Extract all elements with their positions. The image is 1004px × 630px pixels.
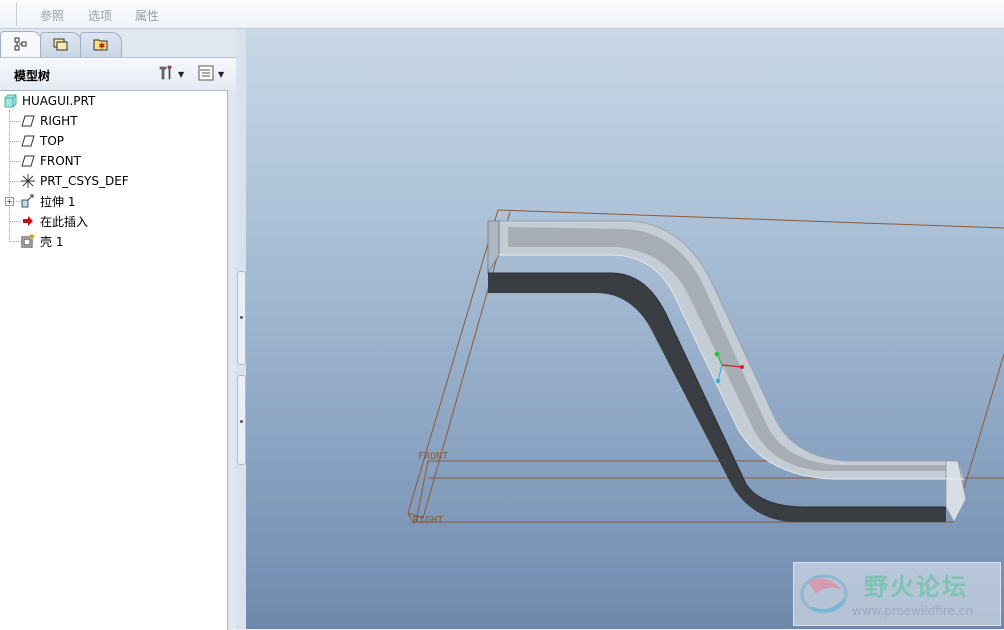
- tree-show-button[interactable]: ▼: [197, 64, 224, 84]
- model-canvas[interactable]: FRONT RIGHT: [246, 29, 1004, 629]
- graphics-viewport[interactable]: FRONT RIGHT: [246, 29, 1004, 629]
- tree-item-label: 拉伸 1: [40, 194, 76, 209]
- model-tree-icon: [13, 36, 29, 55]
- datum-label-front: FRONT: [418, 451, 448, 462]
- tree-item-front[interactable]: FRONT: [20, 151, 81, 171]
- tree-item-root[interactable]: HUAGUI.PRT: [2, 91, 95, 111]
- tree-item-shell[interactable]: ✱ 壳 1: [20, 231, 63, 251]
- tab-model-tree[interactable]: [0, 31, 42, 58]
- watermark-url: www.proewildfire.cn: [852, 604, 973, 618]
- menubar-separator: [16, 2, 17, 26]
- tab-folder-browser[interactable]: [40, 32, 82, 57]
- tree-item-label: RIGHT: [40, 114, 78, 128]
- datum-plane-icon: [20, 113, 36, 129]
- folder-browser-icon: [52, 36, 70, 55]
- navigator-panel: ✱ 模型树 ▼ ▼ HUAGUI.PRT RIGHT TOP FRONT PRT…: [0, 29, 236, 630]
- tree-item-label: PRT_CSYS_DEF: [40, 174, 129, 188]
- datum-label-right: RIGHT: [413, 515, 443, 526]
- part-icon: [2, 93, 18, 109]
- tab-favorites[interactable]: ✱: [80, 32, 122, 57]
- tree-item-extrude[interactable]: 拉伸 1: [20, 191, 75, 211]
- menu-options[interactable]: 选项: [88, 7, 112, 24]
- tree-settings-button[interactable]: ▼: [157, 64, 184, 84]
- tree-item-label: 壳 1: [40, 234, 64, 249]
- tree-item-top[interactable]: TOP: [20, 131, 64, 151]
- menu-references[interactable]: 参照: [40, 7, 64, 24]
- svg-text:✱: ✱: [99, 41, 106, 50]
- tree-item-label: FRONT: [40, 154, 81, 168]
- panel-splitter[interactable]: [236, 29, 246, 629]
- tools-icon: [157, 64, 175, 85]
- model-tree-header: 模型树 ▼ ▼: [0, 57, 236, 90]
- dashboard-menubar: 参照 选项 属性: [0, 0, 1004, 29]
- navigator-tabs: ✱: [0, 29, 236, 58]
- rail-model: [487, 220, 967, 523]
- tree-item-label: 在此插入: [40, 214, 89, 229]
- svg-text:✱: ✱: [29, 233, 35, 241]
- splitter-grip-top[interactable]: [237, 271, 246, 365]
- shell-icon: ✱: [20, 233, 36, 249]
- datum-plane-icon: [20, 133, 36, 149]
- tree-item-label: TOP: [40, 134, 65, 148]
- splitter-grip-bottom[interactable]: [237, 375, 246, 465]
- watermark-logo-icon: [800, 574, 848, 614]
- show-list-icon: [197, 64, 215, 85]
- menu-properties[interactable]: 属性: [135, 7, 159, 24]
- model-tree: HUAGUI.PRT RIGHT TOP FRONT PRT_CSYS_DEF …: [0, 90, 228, 630]
- tree-item-csys[interactable]: PRT_CSYS_DEF: [20, 171, 129, 191]
- insert-arrow-icon: [20, 213, 36, 229]
- tree-item-label: HUAGUI.PRT: [22, 94, 96, 108]
- chevron-down-icon: ▼: [178, 69, 185, 79]
- expand-toggle[interactable]: +: [5, 197, 14, 206]
- model-tree-title: 模型树: [14, 69, 51, 83]
- tree-item-insert-here[interactable]: 在此插入: [20, 211, 88, 231]
- datum-plane-icon: [20, 153, 36, 169]
- chevron-down-icon: ▼: [218, 69, 225, 79]
- favorites-icon: ✱: [92, 36, 110, 55]
- watermark: 野火论坛 www.proewildfire.cn: [793, 562, 1001, 626]
- tree-item-right[interactable]: RIGHT: [20, 111, 78, 131]
- watermark-title: 野火论坛: [864, 573, 968, 601]
- csys-icon: [20, 173, 36, 189]
- extrude-icon: [20, 193, 36, 209]
